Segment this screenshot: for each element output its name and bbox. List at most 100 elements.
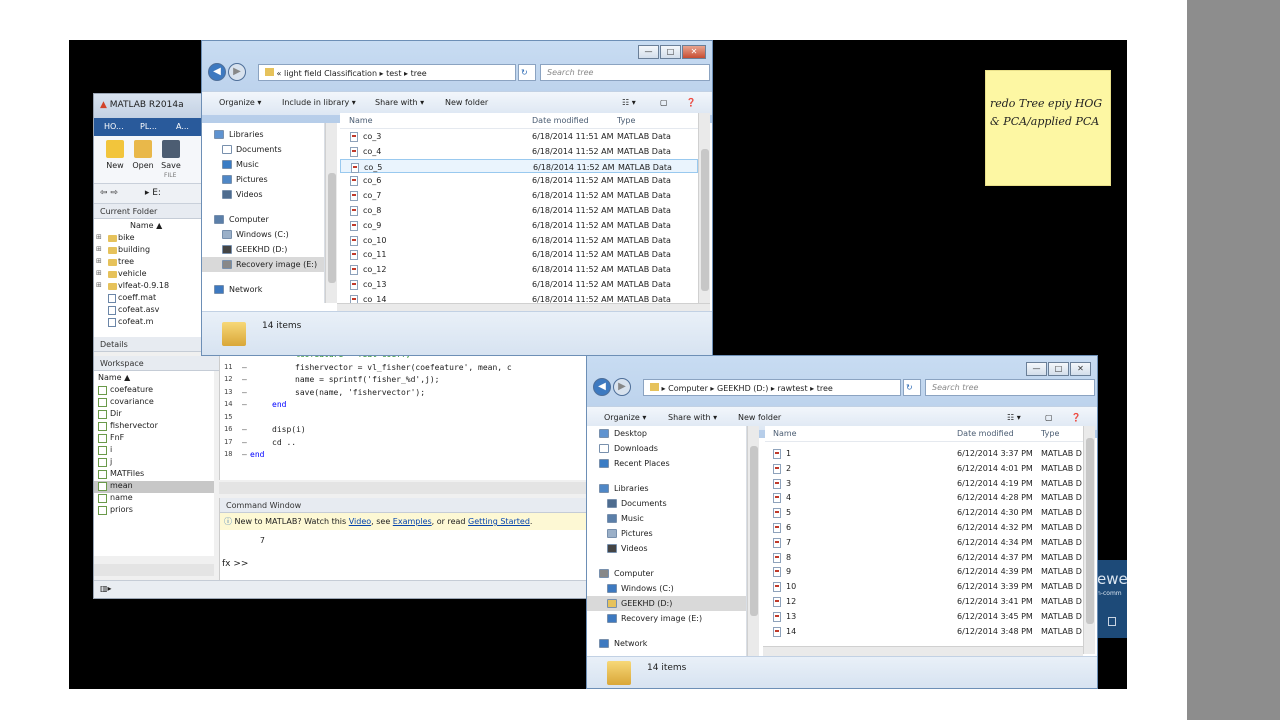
expand-icon[interactable]: ⊞ <box>96 233 102 241</box>
column-header-name[interactable]: Name ▲ <box>94 219 214 233</box>
close-button[interactable]: ✕ <box>1070 362 1091 376</box>
minimize-button[interactable]: — <box>638 45 659 59</box>
back-button[interactable]: ◀ <box>593 378 611 396</box>
code-editor[interactable]: 10–%cofeature = feat*coeff;11–fishervect… <box>219 350 592 480</box>
expand-icon[interactable]: ⊞ <box>96 281 102 289</box>
nav-item-pictures[interactable]: Pictures <box>587 526 746 541</box>
new-folder-button[interactable]: New folder <box>738 413 781 422</box>
file-row[interactable]: co_6 6/18/2014 11:52 AM MATLAB Data <box>340 173 698 188</box>
column-name[interactable]: Name <box>349 116 373 125</box>
nav-item-documents[interactable]: Documents <box>587 496 746 511</box>
file-row[interactable]: 5 6/12/2014 4:30 PM MATLAB D <box>765 505 1083 520</box>
organize-button[interactable]: Organize ▾ <box>219 98 261 107</box>
nav-item-windows-c[interactable]: Windows (C:) <box>202 227 324 242</box>
workspace-hscrollbar[interactable] <box>94 564 214 576</box>
workspace-variable[interactable]: priors <box>94 505 214 517</box>
column-type[interactable]: Type <box>1041 429 1059 438</box>
column-date-modified[interactable]: Date modified <box>957 429 1014 438</box>
examples-link[interactable]: Examples <box>393 517 432 526</box>
expand-icon[interactable]: ⊞ <box>96 245 102 253</box>
refresh-button[interactable]: ↻ <box>903 379 921 396</box>
include-in-library-button[interactable]: Include in library ▾ <box>282 98 356 107</box>
view-options-icon[interactable]: ☷ ▾ <box>1007 413 1021 422</box>
file-row[interactable]: 1 6/12/2014 3:37 PM MATLAB D <box>765 446 1083 461</box>
file-row[interactable]: co_5 6/18/2014 11:52 AM MATLAB Data <box>340 158 698 174</box>
nav-item-downloads[interactable]: Downloads <box>587 441 746 456</box>
breakpoint-marker[interactable]: – <box>242 425 247 434</box>
file-row[interactable]: 7 6/12/2014 4:34 PM MATLAB D <box>765 535 1083 550</box>
workspace-variable[interactable]: covariance <box>94 397 214 409</box>
file-row[interactable]: co_3 6/18/2014 11:51 AM MATLAB Data <box>340 129 698 144</box>
file-row[interactable]: 8 6/12/2014 4:37 PM MATLAB D <box>765 550 1083 565</box>
address-bar[interactable]: ▸ Computer ▸ GEEKHD (D:) ▸ rawtest ▸ tre… <box>643 379 901 396</box>
search-input[interactable]: Search tree <box>540 64 710 81</box>
file-row[interactable]: co_10 6/18/2014 11:52 AM MATLAB Data <box>340 233 698 248</box>
tab-apps[interactable]: A... <box>166 118 202 136</box>
breakpoint-marker[interactable]: – <box>242 363 247 372</box>
breadcrumb-item[interactable]: tree <box>411 69 427 78</box>
back-arrow-icon[interactable]: ⇦ ⇨ <box>100 188 118 198</box>
video-link[interactable]: Video <box>349 517 371 526</box>
view-options-icon[interactable]: ☷ ▾ <box>622 98 636 107</box>
workspace-variable[interactable]: j <box>94 457 214 469</box>
nav-item-videos[interactable]: Videos <box>202 187 324 202</box>
file-row[interactable]: 2 6/12/2014 4:01 PM MATLAB D <box>765 461 1083 476</box>
current-folder-item[interactable]: coeff.mat <box>94 293 214 305</box>
nav-item-libraries[interactable]: Libraries <box>587 481 746 496</box>
nav-item-computer[interactable]: Computer <box>587 566 746 581</box>
nav-item-geekhd-d[interactable]: GEEKHD (D:) <box>587 596 746 611</box>
file-row[interactable]: 10 6/12/2014 3:39 PM MATLAB D <box>765 579 1083 594</box>
nav-item-recent-places[interactable]: Recent Places <box>587 456 746 471</box>
address-bar[interactable]: « light field Classification ▸ test ▸ tr… <box>258 64 516 81</box>
workspace-variable[interactable]: FnF <box>94 433 214 445</box>
share-with-button[interactable]: Share with ▾ <box>375 98 424 107</box>
new-button[interactable]: New <box>100 140 130 170</box>
getting-started-link[interactable]: Getting Started <box>468 517 530 526</box>
editor-hscrollbar[interactable] <box>219 482 592 494</box>
nav-item-videos[interactable]: Videos <box>587 541 746 556</box>
nav-item-music[interactable]: Music <box>587 511 746 526</box>
breadcrumb-item[interactable]: Computer <box>668 384 708 393</box>
current-folder-item[interactable]: ⊞ building <box>94 245 214 257</box>
nav-item-documents[interactable]: Documents <box>202 142 324 157</box>
file-row[interactable]: 6 6/12/2014 4:32 PM MATLAB D <box>765 520 1083 535</box>
column-date-modified[interactable]: Date modified <box>532 116 589 125</box>
tab-home[interactable]: HO... <box>94 118 130 136</box>
nav-item-windows-c[interactable]: Windows (C:) <box>587 581 746 596</box>
breakpoint-marker[interactable]: – <box>242 450 247 459</box>
file-row[interactable]: 3 6/12/2014 4:19 PM MATLAB D <box>765 476 1083 491</box>
expand-icon[interactable]: ⊞ <box>96 269 102 277</box>
workspace-column-name[interactable]: Name ▲ <box>94 371 214 385</box>
current-folder-item[interactable]: cofeat.m <box>94 317 214 329</box>
breadcrumb-item[interactable]: test <box>386 69 401 78</box>
nav-item-recovery-image-e[interactable]: Recovery image (E:) <box>202 257 324 272</box>
file-list-hscrollbar[interactable] <box>763 646 1083 656</box>
current-folder-item[interactable]: ⊞ tree <box>94 257 214 269</box>
organize-button[interactable]: Organize ▾ <box>604 413 646 422</box>
workspace-variable[interactable]: coefeature <box>94 385 214 397</box>
breadcrumb-item[interactable]: rawtest <box>777 384 807 393</box>
nav-scrollbar[interactable] <box>325 123 337 303</box>
workspace-variable[interactable]: MATFiles <box>94 469 214 481</box>
breakpoint-marker[interactable]: – <box>242 388 247 397</box>
file-row[interactable]: co_12 6/18/2014 11:52 AM MATLAB Data <box>340 262 698 277</box>
command-prompt[interactable]: fx >> <box>220 545 592 569</box>
nav-scrollbar[interactable] <box>747 426 759 656</box>
sticky-note[interactable]: redo Tree epiy HOG & PCA/applied PCA <box>985 70 1111 186</box>
file-row[interactable]: co_4 6/18/2014 11:52 AM MATLAB Data <box>340 144 698 159</box>
save-button[interactable]: Save <box>156 140 186 170</box>
breakpoint-marker[interactable]: – <box>242 400 247 409</box>
help-icon[interactable]: ❓ <box>686 98 696 107</box>
workspace-variable[interactable]: mean <box>94 481 214 493</box>
open-button[interactable]: Open <box>128 140 158 170</box>
tab-plots[interactable]: PL... <box>130 118 166 136</box>
breadcrumb-item[interactable]: GEEKHD (D:) <box>717 384 768 393</box>
maximize-button[interactable]: □ <box>660 45 681 59</box>
file-list-scrollbar[interactable] <box>1083 426 1095 654</box>
share-with-button[interactable]: Share with ▾ <box>668 413 717 422</box>
nav-item-pictures[interactable]: Pictures <box>202 172 324 187</box>
refresh-button[interactable]: ↻ <box>518 64 536 81</box>
file-row[interactable]: co_7 6/18/2014 11:52 AM MATLAB Data <box>340 188 698 203</box>
nav-item-network[interactable]: Network <box>587 636 746 651</box>
current-folder-item[interactable]: cofeat.asv <box>94 305 214 317</box>
